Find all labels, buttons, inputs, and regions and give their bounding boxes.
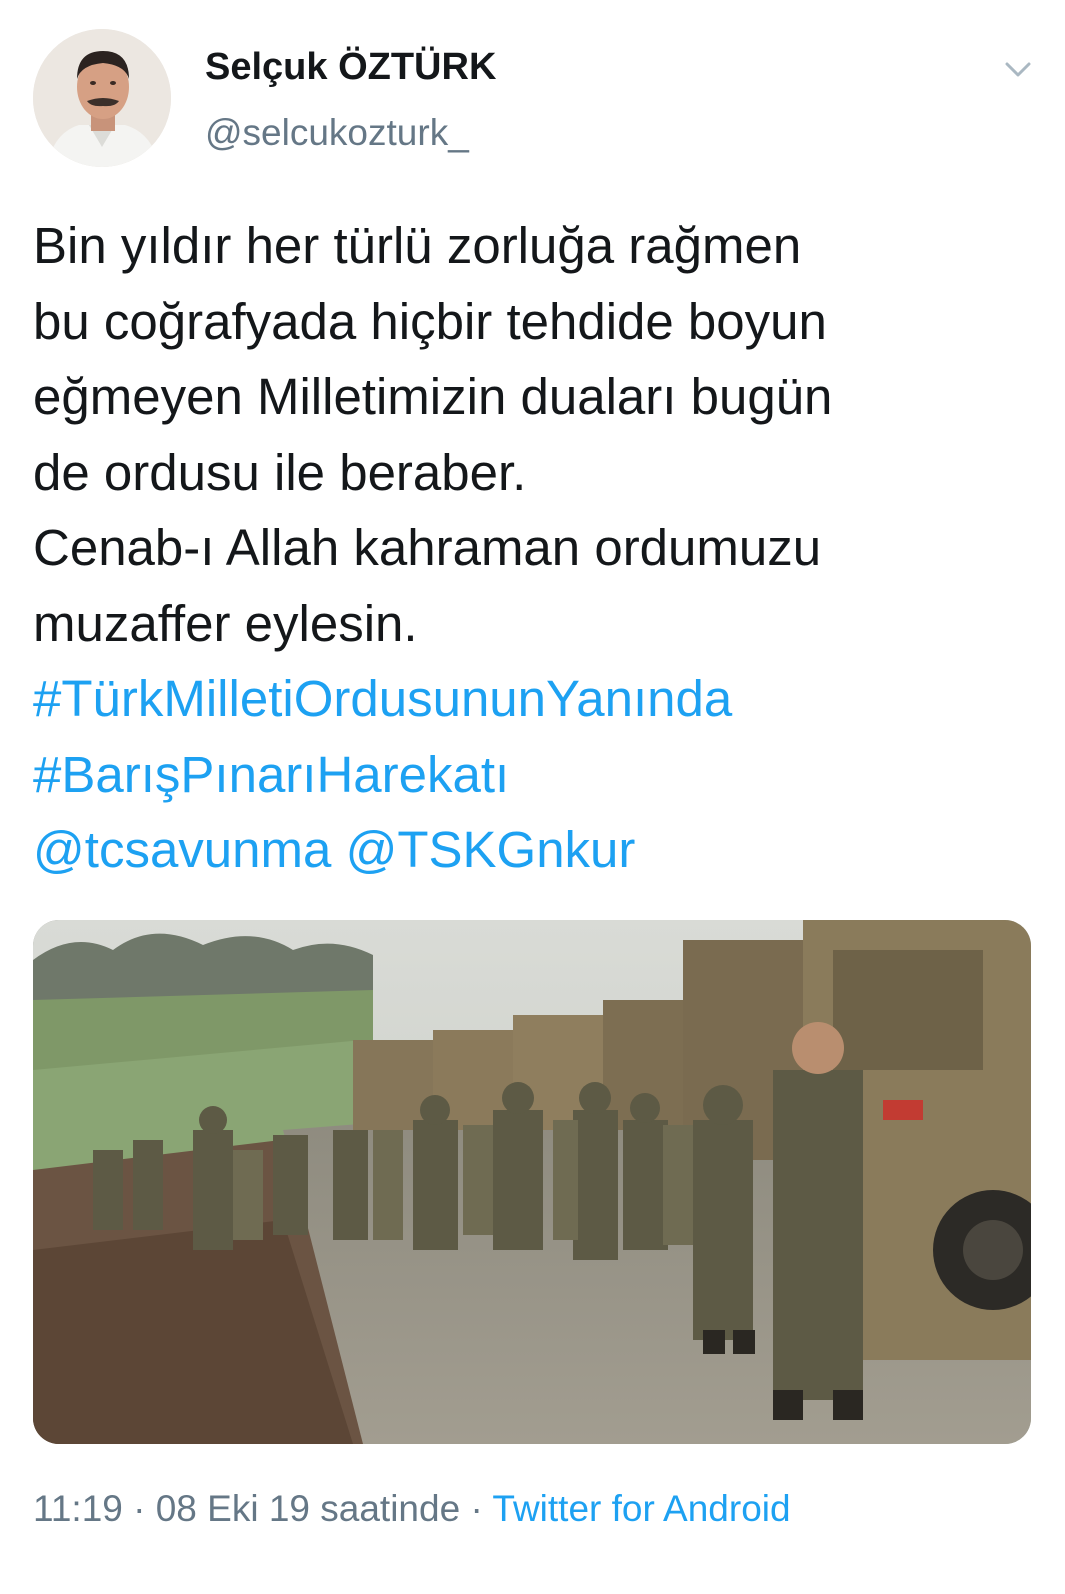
tweet-text-line: eğmeyen Milletimizin duaları bugün (33, 368, 833, 425)
tweet-text-line: muzaffer eylesin. (33, 594, 418, 652)
tweet-text-line: Bin yıldır her türlü zorluğa rağmen (33, 217, 802, 274)
avatar-photo (33, 29, 171, 167)
mentions-line: @tcsavunma @TSKGnkur (33, 812, 1023, 888)
tweet-meta: 11:19 · 08 Eki 19 saatinde · Twitter for… (33, 1488, 791, 1530)
meta-separator: · (460, 1488, 493, 1529)
tweet-text-line: Cenab-ı Allah kahraman ordumuzu (33, 519, 822, 576)
source-link[interactable]: Twitter for Android (492, 1488, 790, 1529)
tweet-text-line: de ordusu ile beraber. (33, 443, 527, 501)
hashtag-link[interactable]: #TürkMilletiOrdusununYanında (33, 661, 1023, 737)
avatar[interactable] (33, 29, 171, 167)
mention-link[interactable]: @tcsavunma (33, 821, 331, 878)
chevron-down-icon[interactable] (1000, 52, 1036, 88)
timestamp[interactable]: 11:19 · 08 Eki 19 saatinde (33, 1488, 460, 1529)
mention-link[interactable]: @TSKGnkur (346, 821, 636, 878)
tweet-photo[interactable] (33, 920, 1031, 1444)
author-handle[interactable]: @selcukozturk_ (205, 112, 469, 154)
tweet-text: Bin yıldır her türlü zorluğa rağmen bu c… (33, 208, 1023, 888)
hashtag-link[interactable]: #BarışPınarıHarekatı (33, 737, 1023, 813)
soldiers-photo (33, 920, 1031, 1444)
author-name[interactable]: Selçuk ÖZTÜRK (205, 46, 496, 89)
tweet: Selçuk ÖZTÜRK @selcukozturk_ Bin yıldır … (0, 0, 1065, 1594)
tweet-text-line: bu coğrafyada hiçbir tehdide boyun (33, 292, 827, 350)
